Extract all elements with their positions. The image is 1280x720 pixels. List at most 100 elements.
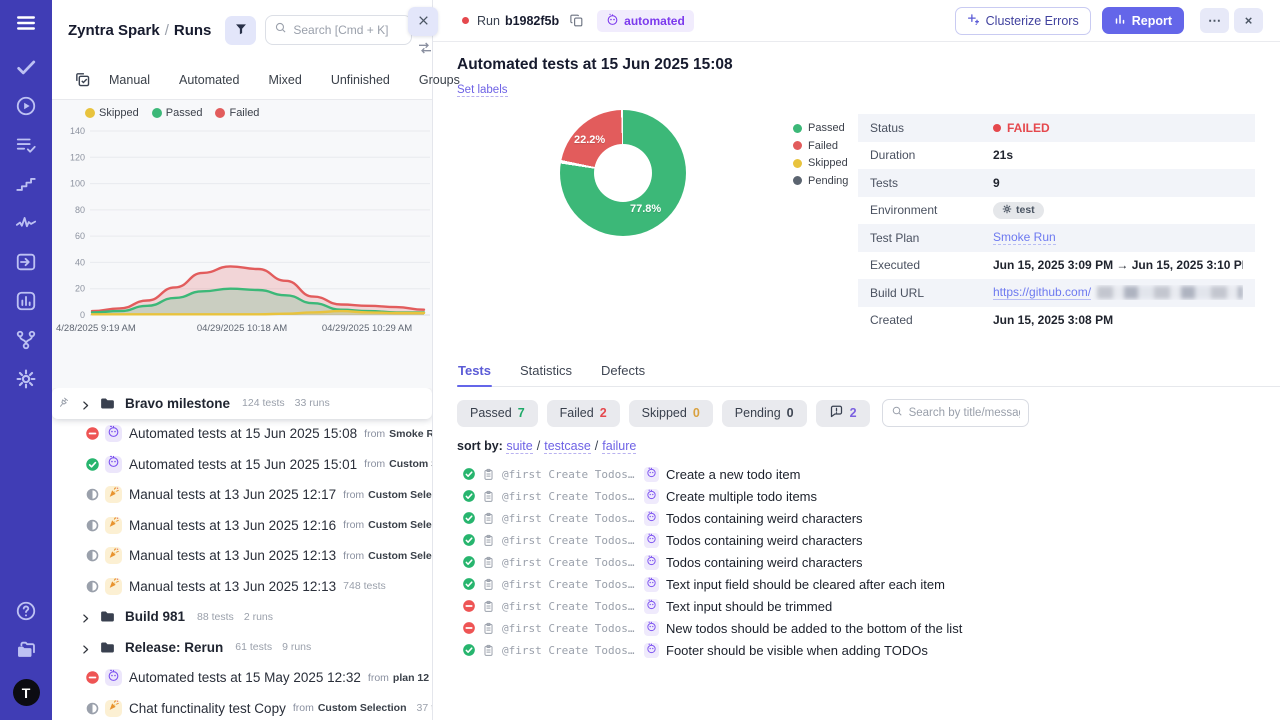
sidebar-item-runs-play[interactable] — [14, 96, 38, 120]
run-folder-row[interactable]: Build 98188 tests2 runs — [52, 602, 432, 633]
automated-badge[interactable]: automated — [597, 10, 694, 32]
more-actions-button[interactable]: ⋯ — [1200, 8, 1229, 33]
panel-close-button[interactable] — [408, 7, 438, 36]
run-row[interactable]: Automated tests at 15 Jun 2025 15:01from… — [52, 449, 432, 480]
run-row[interactable]: Manual tests at 13 Jun 2025 12:13fromCus… — [52, 541, 432, 572]
settings-gear-icon — [15, 368, 37, 395]
filter-button[interactable] — [225, 16, 256, 45]
runs-search-input[interactable] — [293, 23, 403, 37]
sidebar-item-help[interactable] — [14, 601, 38, 625]
tab-defects[interactable]: Defects — [600, 357, 646, 386]
tab-mixed[interactable]: Mixed — [268, 73, 301, 87]
swap-panels-icon[interactable] — [417, 41, 433, 53]
run-folder-row[interactable]: Bravo milestone124 tests33 runs — [52, 388, 432, 419]
sidebar-item-settings-gear[interactable] — [14, 369, 38, 393]
sidebar-item-plans-list-check[interactable] — [14, 135, 38, 159]
tab-groups[interactable]: Groups — [419, 73, 460, 87]
robot-chip — [644, 467, 659, 482]
pill-count: 7 — [518, 406, 525, 420]
sidebar-item-pulse[interactable] — [14, 213, 38, 237]
test-row[interactable]: @first Create Todos…New todos should be … — [457, 617, 1280, 639]
run-row[interactable]: Chat functinality test CopyfromCustom Se… — [52, 693, 432, 720]
tab-tests[interactable]: Tests — [457, 357, 492, 386]
copy-run-id-button[interactable] — [568, 13, 584, 29]
folder-tests-count: 61 tests — [235, 641, 272, 653]
close-run-button[interactable]: × — [1234, 8, 1263, 33]
run-row[interactable]: Manual tests at 13 Jun 2025 12:17fromCus… — [52, 480, 432, 511]
tests-search[interactable] — [882, 399, 1029, 427]
info-label: Created — [870, 313, 993, 327]
run-from-label: from — [368, 672, 389, 684]
donut-legend-item-passed: Passed — [793, 122, 848, 134]
chevron-right-icon[interactable] — [80, 611, 91, 622]
branches-icon — [15, 329, 37, 356]
sort-by-suite[interactable]: suite — [506, 439, 532, 454]
filter-pill-skipped[interactable]: Skipped0 — [629, 400, 713, 427]
run-detail-panel: Run b1982f5b automated Clusterize Errors… — [433, 0, 1280, 720]
run-from-label: from — [364, 428, 385, 440]
test-row[interactable]: @first Create Todos…Create a new todo it… — [457, 463, 1280, 485]
filter-pill-failed[interactable]: Failed2 — [547, 400, 620, 427]
run-folder-row[interactable]: Release: Rerun61 tests9 runs — [52, 632, 432, 663]
chevron-right-icon[interactable] — [80, 642, 91, 653]
comment-count: 2 — [850, 406, 857, 420]
sidebar-item-menu[interactable] — [14, 13, 38, 37]
sidebar-item-steps[interactable] — [14, 174, 38, 198]
test-row[interactable]: @first Create Todos…Create multiple todo… — [457, 485, 1280, 507]
build-url-link[interactable]: https://github.com/ — [993, 285, 1091, 300]
legend-dot — [215, 108, 225, 118]
comment-icon — [829, 404, 844, 422]
info-value: 21s — [993, 148, 1013, 162]
pill-label: Passed — [470, 406, 512, 420]
test-title: Text input should be trimmed — [666, 599, 832, 614]
runs-search[interactable] — [265, 15, 412, 45]
run-row[interactable]: Automated tests at 15 Jun 2025 15:08from… — [52, 419, 432, 450]
sort-by-testcase[interactable]: testcase — [544, 439, 591, 454]
info-row-test-plan: Test PlanSmoke Run — [858, 224, 1255, 252]
pill-label: Failed — [560, 406, 594, 420]
sidebar-item-analytics[interactable] — [14, 291, 38, 315]
report-button[interactable]: Report — [1102, 7, 1184, 34]
sidebar-item-branches[interactable] — [14, 330, 38, 354]
donut-legend-item-failed: Failed — [793, 140, 848, 152]
run-label: Run — [477, 14, 500, 28]
run-row[interactable]: Automated tests at 15 May 2025 12:32from… — [52, 663, 432, 694]
runs-type-tabs: Manual Automated Mixed Unfinished Groups — [52, 60, 432, 100]
comments-filter-pill[interactable]: 2 — [816, 400, 870, 427]
folder-tests-count: 124 tests — [242, 397, 285, 409]
tab-unfinished[interactable]: Unfinished — [331, 73, 390, 87]
filter-pill-pending[interactable]: Pending0 — [722, 400, 807, 427]
run-detail-header: Run b1982f5b automated Clusterize Errors… — [433, 0, 1280, 42]
test-plan-link[interactable]: Smoke Run — [993, 230, 1056, 245]
breadcrumb-project[interactable]: Zyntra Spark — [68, 22, 160, 39]
sidebar-item-projects-folders[interactable] — [14, 640, 38, 664]
test-row[interactable]: @first Create Todos…Todos containing wei… — [457, 507, 1280, 529]
folder-name: Build 981 — [125, 609, 185, 624]
test-row[interactable]: @first Create Todos…Text input field sho… — [457, 573, 1280, 595]
test-row[interactable]: @first Create Todos…Todos containing wei… — [457, 551, 1280, 573]
test-row[interactable]: @first Create Todos…Text input should be… — [457, 595, 1280, 617]
tab-statistics[interactable]: Statistics — [519, 357, 573, 386]
select-all-icon[interactable] — [74, 71, 91, 88]
run-row[interactable]: Manual tests at 13 Jun 2025 12:13748 tes… — [52, 571, 432, 602]
run-row[interactable]: Manual tests at 13 Jun 2025 12:16fromCus… — [52, 510, 432, 541]
sidebar-item-import[interactable] — [14, 252, 38, 276]
clusterize-errors-button[interactable]: Clusterize Errors — [955, 7, 1091, 35]
sidebar-item-tests-check[interactable] — [14, 57, 38, 81]
tab-automated[interactable]: Automated — [179, 73, 239, 87]
failed-dot-icon — [993, 124, 1001, 132]
tests-search-input[interactable] — [909, 407, 1020, 419]
info-row-created: CreatedJun 15, 2025 3:08 PM — [858, 307, 1255, 335]
sort-by-failure[interactable]: failure — [602, 439, 636, 454]
report-label: Report — [1132, 14, 1172, 28]
test-row[interactable]: @first Create Todos…Footer should be vis… — [457, 639, 1280, 661]
pill-count: 0 — [787, 406, 794, 420]
tab-manual[interactable]: Manual — [109, 73, 150, 87]
robot-chip — [105, 669, 122, 686]
filter-pill-passed[interactable]: Passed 7 — [457, 400, 538, 427]
sort-separator: / — [537, 439, 540, 453]
app-logo[interactable]: T — [13, 679, 40, 706]
chevron-right-icon[interactable] — [80, 398, 91, 409]
set-labels-link[interactable]: Set labels — [457, 84, 508, 97]
test-row[interactable]: @first Create Todos…Todos containing wei… — [457, 529, 1280, 551]
